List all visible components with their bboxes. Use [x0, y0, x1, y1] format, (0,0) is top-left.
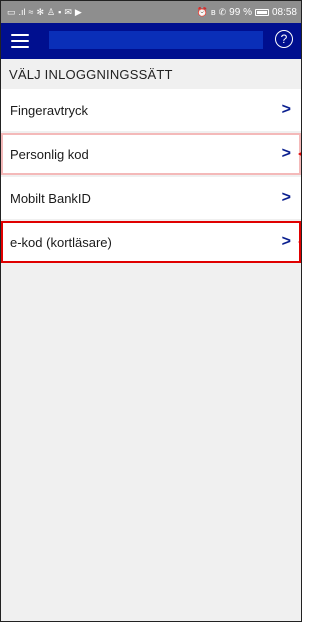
chevron-right-icon: >	[281, 233, 291, 250]
play-icon: ▶	[74, 6, 82, 17]
signal-icon: .ıl	[18, 6, 26, 17]
section-title: VÄLJ INLOGGNINGSSÄTT	[9, 66, 173, 82]
mail-icon: ✉	[64, 6, 72, 17]
chevron-right-icon: >	[281, 101, 291, 118]
message-icon: ▪	[58, 6, 62, 17]
phone-screen: ▭ .ıl ≈ ✻ ♙ ▪ ✉ ▶ ⏰ ʙ ✆ 99 % 08:58 ? VÄL…	[0, 0, 302, 622]
hamburger-icon[interactable]	[11, 34, 29, 48]
alarm-icon: ⏰	[196, 6, 208, 17]
option-card-reader[interactable]: e-kod (kortläsare) >	[1, 221, 301, 263]
app-bar: ?	[1, 23, 301, 59]
app-icon: ✻	[36, 6, 45, 17]
sim-icon: ▭	[7, 6, 16, 17]
option-fingerprint[interactable]: Fingeravtryck >	[1, 89, 301, 131]
status-bar: ▭ .ıl ≈ ✻ ♙ ▪ ✉ ▶ ⏰ ʙ ✆ 99 % 08:58	[1, 1, 301, 23]
option-label: Fingeravtryck	[10, 102, 89, 118]
app-icon: ♙	[47, 6, 56, 17]
option-personal-code[interactable]: Personlig kod >	[1, 133, 301, 175]
option-label: e-kod (kortläsare)	[10, 234, 112, 250]
phone-icon: ✆	[218, 6, 227, 17]
option-label: Mobilt BankID	[10, 190, 91, 206]
option-mobile-bankid[interactable]: Mobilt BankID >	[1, 177, 301, 219]
question-icon[interactable]: ?	[275, 30, 293, 48]
highlight-marker-icon	[298, 238, 301, 246]
title-area	[49, 31, 263, 49]
battery-icon	[254, 8, 269, 16]
wifi-icon: ≈	[28, 6, 34, 17]
highlight-marker-icon	[298, 150, 301, 158]
option-label: Personlig kod	[10, 146, 89, 162]
status-left: ▭ .ıl ≈ ✻ ♙ ▪ ✉ ▶	[7, 6, 82, 17]
clock: 08:58	[271, 6, 297, 18]
battery-percent: 99 %	[229, 6, 252, 18]
bluetooth-icon: ʙ	[210, 6, 216, 17]
login-method-list: Fingeravtryck > Personlig kod > Mobilt B…	[1, 89, 301, 263]
status-right: ⏰ ʙ ✆ 99 % 08:58	[197, 7, 297, 18]
chevron-right-icon: >	[281, 145, 291, 162]
chevron-right-icon: >	[281, 189, 291, 206]
